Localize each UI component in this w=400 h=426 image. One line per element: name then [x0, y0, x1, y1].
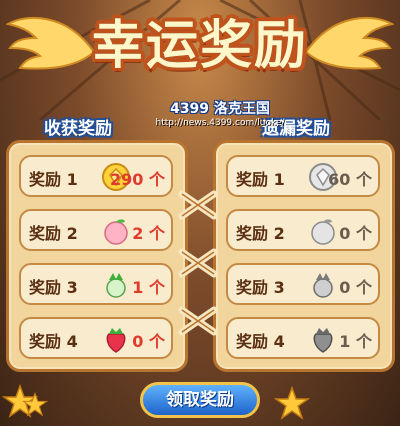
reward-label: 奖励 3 [29, 278, 78, 297]
reward-dialog: 幸运奖励 收获奖励 遗漏奖励 4399 洛克王国 http://news.439… [0, 0, 400, 426]
ribbon-tie-icon [178, 306, 218, 336]
reward-label: 奖励 3 [236, 278, 285, 297]
watermark-url: http://news.4399.com/luoke/ [155, 118, 285, 128]
claim-reward-button[interactable]: 领取奖励 [140, 382, 260, 418]
reward-label: 奖励 2 [29, 224, 78, 243]
reward-count: 2 个 [132, 224, 165, 243]
ribbon-tie-icon [178, 248, 218, 278]
reward-row: 奖励 3 0 个 [226, 263, 380, 305]
reward-count: 0 个 [339, 224, 372, 243]
strawberry-icon [106, 328, 126, 353]
reward-label: 奖励 1 [29, 170, 78, 189]
site-watermark: 4399 洛克王国 http://news.4399.com/luoke/ [135, 98, 305, 136]
green-vegetable-icon [106, 273, 126, 298]
reward-count: 0 个 [339, 278, 372, 297]
reward-row: 奖励 2 2 个 [19, 209, 173, 251]
banner-title: 幸运奖励 [91, 16, 308, 76]
reward-label: 奖励 4 [29, 332, 78, 351]
watermark-brand: 4399 洛克王国 [170, 101, 270, 117]
reward-count: 290 个 [110, 170, 165, 189]
collected-rewards-title: 收获奖励 [44, 119, 112, 139]
reward-count: 1 个 [339, 332, 372, 351]
reward-row: 奖励 2 0 个 [226, 209, 380, 251]
reward-row: 奖励 4 0 个 [19, 317, 173, 359]
reward-label: 奖励 2 [236, 224, 285, 243]
reward-count: 60 个 [328, 170, 372, 189]
reward-count: 0 个 [132, 332, 165, 351]
reward-label: 奖励 1 [236, 170, 285, 189]
peach-icon [104, 219, 128, 245]
collected-rewards-panel: 奖励 1 290 个 奖励 2 2 个 奖励 3 1 个 奖励 4 0 个 [6, 140, 188, 372]
star-icon [274, 386, 310, 420]
reward-row: 奖励 1 60 个 [226, 155, 380, 197]
reward-row: 奖励 3 1 个 [19, 263, 173, 305]
reward-label: 奖励 4 [236, 332, 285, 351]
reward-count: 1 个 [132, 278, 165, 297]
gray-peach-icon [311, 219, 335, 245]
ribbon-tie-icon [178, 190, 218, 220]
gray-strawberry-icon [313, 328, 333, 353]
gray-vegetable-icon [313, 273, 333, 298]
star-icon [22, 392, 48, 417]
reward-row: 奖励 1 290 个 [19, 155, 173, 197]
missed-rewards-panel: 奖励 1 60 个 奖励 2 0 个 奖励 3 0 个 奖励 4 1 个 [213, 140, 395, 372]
reward-row: 奖励 4 1 个 [226, 317, 380, 359]
